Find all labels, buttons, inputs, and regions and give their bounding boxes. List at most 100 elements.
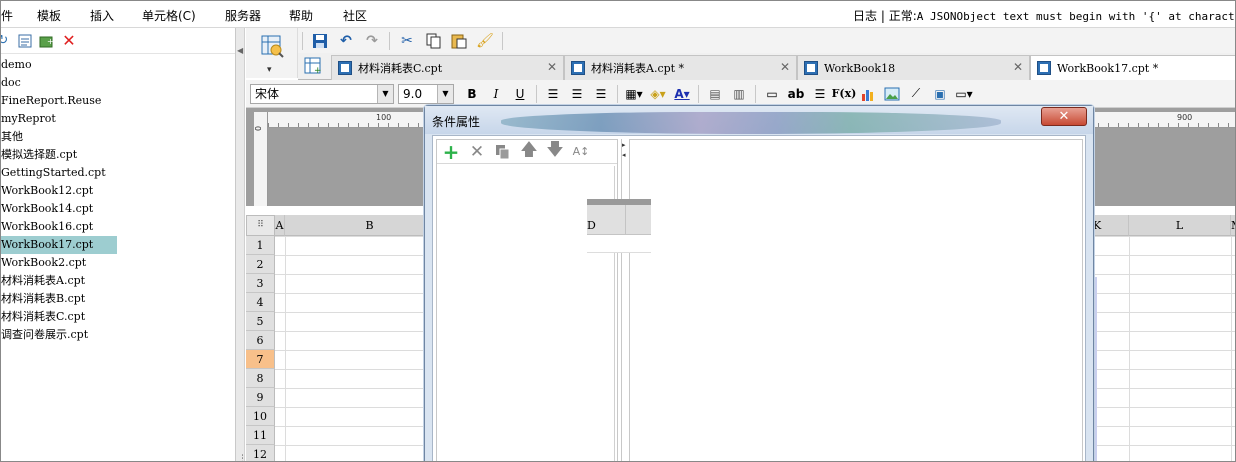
tree-item-material-c[interactable]: 材料消耗表C.cpt [1,308,235,326]
align-right-icon[interactable]: ☰ [589,83,613,105]
tab-material-c[interactable]: 材料消耗表C.cpt ✕ [331,55,564,80]
tree-item-survey[interactable]: 调查问卷展示.cpt [1,326,235,344]
dataset-preview-icon: ▾ [261,35,284,75]
add-folder-icon[interactable]: + [39,33,55,49]
text-field-icon[interactable]: ▭ [760,83,784,105]
copy-icon[interactable] [420,30,446,52]
tree-item-gettingstarted[interactable]: GettingStarted.cpt [1,164,235,182]
menu-template[interactable]: 模板 [37,7,61,24]
bold-button[interactable]: B [460,83,484,105]
dialog-title-bar[interactable]: 条件属性 ✕ [425,106,1093,134]
row-header[interactable]: 9 [246,388,275,407]
tab-material-a[interactable]: 材料消耗表A.cpt * ✕ [564,55,797,80]
tree-item-myreprot[interactable]: myReprot [1,110,235,128]
tree-item-other[interactable]: 其他 [1,128,235,146]
tab-close-icon[interactable]: ✕ [547,60,557,74]
tree-item-choice-question[interactable]: 模拟选择题.cpt [1,146,235,164]
tree-item-material-a[interactable]: 材料消耗表A.cpt [1,272,235,290]
menu-server[interactable]: 服务器 [225,7,261,24]
align-center-icon[interactable]: ☰ [565,83,589,105]
slash-icon[interactable]: ⟋ [904,83,928,105]
sub-report-icon[interactable]: ▣ [928,83,952,105]
row-header[interactable]: 10 [246,407,275,426]
save-icon[interactable] [307,30,333,52]
move-down-icon[interactable]: 🡇 [545,140,565,162]
delete-icon[interactable]: ✕ [61,31,77,50]
row-header[interactable]: 11 [246,426,275,445]
tree-item-demo[interactable]: demo [1,56,235,74]
row-header[interactable]: 3 [246,274,275,293]
log-link[interactable]: 日志 [853,9,877,23]
column-header-k[interactable]: K [1091,215,1129,236]
expand-arrow-icon[interactable]: ▸ [622,141,626,149]
tree-item-workbook17[interactable]: WorkBook17.cpt [1,236,118,254]
wrap-text-button[interactable]: ab [784,83,808,105]
row-header[interactable]: 2 [246,255,275,274]
fill-color-icon[interactable]: ◈▾ [646,83,670,105]
italic-button[interactable]: I [484,83,508,105]
row-header[interactable]: 1 [246,236,275,255]
tab-close-icon[interactable]: ✕ [780,60,790,74]
move-up-icon[interactable]: 🡅 [519,140,539,162]
tree-item-workbook2[interactable]: WorkBook2.cpt [1,254,235,272]
font-color-icon[interactable]: A▾ [670,83,694,105]
tab-workbook18[interactable]: WorkBook18 ✕ [797,55,1030,80]
row-header[interactable]: 12 [246,445,275,461]
tree-item-workbook14[interactable]: WorkBook14.cpt [1,200,235,218]
sort-icon[interactable]: A↕ [571,142,591,162]
image-icon[interactable] [880,83,904,105]
more-icon[interactable]: ▭▾ [952,83,976,105]
menu-file[interactable]: 件 [1,7,13,24]
tree-item-workbook16[interactable]: WorkBook16.cpt [1,218,235,236]
delete-icon[interactable]: ✕ [467,142,487,162]
row-header-selected[interactable]: 7 [246,350,275,369]
font-size-select[interactable]: 9.0 ▼ [398,83,454,104]
chevron-down-icon[interactable]: ▼ [377,84,393,103]
properties-icon[interactable] [17,33,33,49]
format-painter-icon[interactable]: 🖌 [472,30,498,52]
merge-cells-icon[interactable]: ▤ [703,83,727,105]
align-left-icon[interactable]: ☰ [541,83,565,105]
font-name-select[interactable]: 宋体 ▼ [250,83,394,104]
add-icon[interactable]: + [441,140,461,164]
menu-insert[interactable]: 插入 [90,7,114,24]
menu-community[interactable]: 社区 [343,7,367,24]
column-header-m[interactable]: M [1231,215,1235,236]
tree-item-doc[interactable]: doc [1,74,235,92]
tab-close-icon[interactable]: ✕ [1013,60,1023,74]
row-header[interactable]: 4 [246,293,275,312]
chevron-down-icon[interactable]: ▼ [437,84,453,103]
tree-item-finereport-reuse[interactable]: FineReport.Reuse [1,92,235,110]
select-all-corner[interactable]: ⠿ [246,215,275,236]
menu-help[interactable]: 帮助 [289,7,313,24]
row-header[interactable]: 6 [246,331,275,350]
chart-icon[interactable] [856,83,880,105]
border-icon[interactable]: ▦▾ [622,83,646,105]
paste-icon[interactable] [446,30,472,52]
menu-cell[interactable]: 单元格(C) [142,7,196,24]
unmerge-cells-icon[interactable]: ▥ [727,83,751,105]
copy-icon[interactable] [493,142,513,162]
panel-splitter[interactable]: ◀ ⋮ [236,28,247,461]
tab-workbook17[interactable]: WorkBook17.cpt * [1030,55,1235,80]
formula-button[interactable]: F(x) [832,83,857,105]
pane-divider[interactable]: ▸ ◂ [621,139,629,461]
cut-icon[interactable]: ✂ [394,30,420,52]
tree-item-workbook12[interactable]: WorkBook12.cpt [1,182,235,200]
underline-button[interactable]: U [508,83,532,105]
collapse-arrow-icon[interactable]: ◀ [237,46,243,55]
column-header-d[interactable]: D [587,205,651,235]
column-header-l[interactable]: L [1129,215,1231,236]
collapse-arrow-icon[interactable]: ◂ [622,151,626,159]
new-template-icon[interactable]: + [304,57,322,79]
column-header-a[interactable]: A [275,215,285,236]
dataset-button[interactable]: ▾ [246,28,298,78]
row-header[interactable]: 8 [246,369,275,388]
undo-icon[interactable]: ↶ [333,30,359,52]
dialog-close-button[interactable]: ✕ [1041,107,1087,126]
refresh-icon[interactable]: ↻ [1,33,11,49]
row-header[interactable]: 5 [246,312,275,331]
redo-icon[interactable]: ↷ [359,30,385,52]
paragraph-icon[interactable]: ☰ [808,83,832,105]
tree-item-material-b[interactable]: 材料消耗表B.cpt [1,290,235,308]
